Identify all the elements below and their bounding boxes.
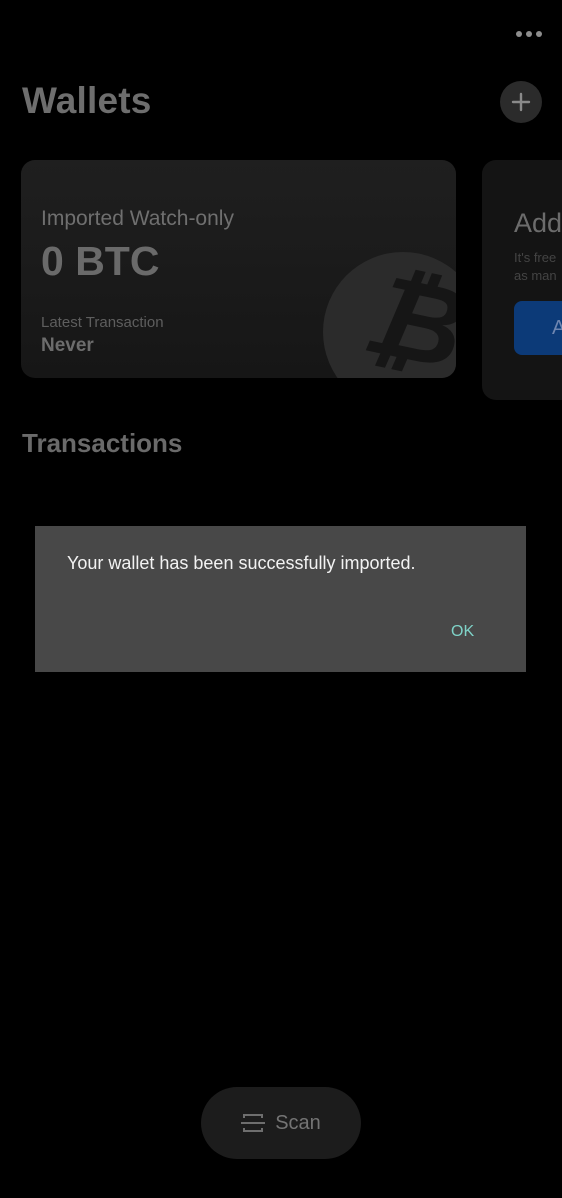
latest-transaction-value: Never bbox=[41, 335, 94, 356]
scan-button-label: Scan bbox=[275, 1111, 321, 1134]
add-wallet-button[interactable] bbox=[500, 81, 542, 123]
page-title: Wallets bbox=[22, 80, 152, 121]
add-wallet-card-title: Add bbox=[514, 208, 562, 238]
add-wallet-card-description: It's free as man bbox=[514, 250, 557, 283]
add-wallet-card[interactable]: Add It's free as man A bbox=[482, 160, 562, 400]
add-wallet-card-button-label: A bbox=[552, 317, 562, 339]
scan-icon bbox=[241, 1114, 266, 1132]
more-horizontal-icon bbox=[516, 31, 522, 37]
app-screen: Wallets ₿ Imported Watch-only 0 BTC Late… bbox=[0, 0, 562, 1198]
more-options-button[interactable] bbox=[509, 22, 549, 46]
wallet-type-label: Imported Watch-only bbox=[41, 207, 234, 230]
wallet-card[interactable]: ₿ Imported Watch-only 0 BTC Latest Trans… bbox=[21, 160, 456, 378]
import-success-dialog: Your wallet has been successfully import… bbox=[35, 526, 526, 672]
ok-button[interactable]: OK bbox=[445, 621, 480, 643]
wallet-balance: 0 BTC bbox=[41, 238, 160, 284]
transactions-title: Transactions bbox=[22, 428, 183, 458]
dialog-message: Your wallet has been successfully import… bbox=[67, 553, 416, 573]
scan-button[interactable]: Scan bbox=[201, 1087, 361, 1159]
add-wallet-card-button[interactable]: A bbox=[514, 301, 562, 355]
plus-icon bbox=[511, 92, 531, 112]
more-horizontal-icon bbox=[536, 31, 542, 37]
more-horizontal-icon bbox=[526, 31, 532, 37]
latest-transaction-label: Latest Transaction bbox=[41, 314, 164, 331]
